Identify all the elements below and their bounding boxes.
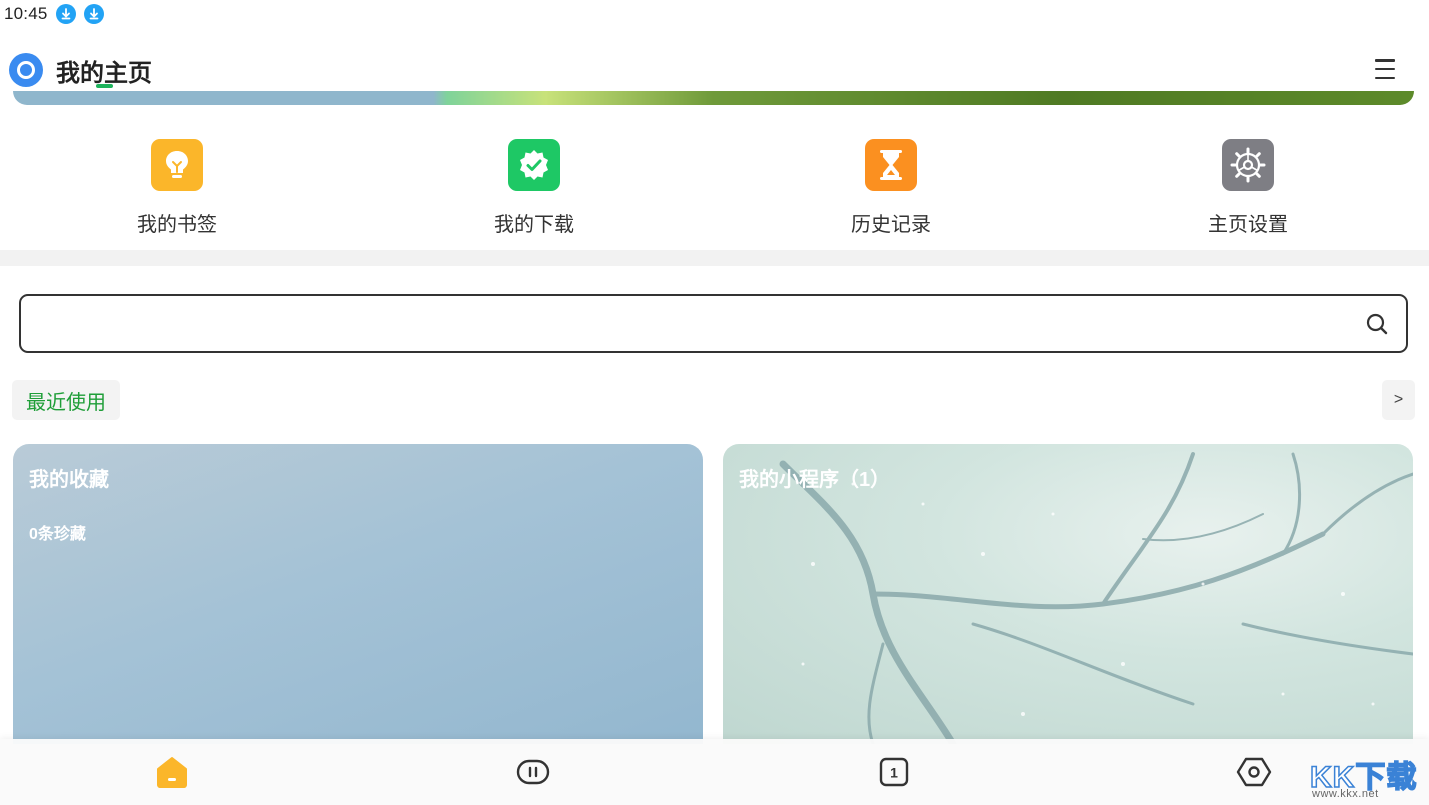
tabs-count: 1 xyxy=(890,765,898,781)
quick-action-label: 历史记录 xyxy=(851,214,931,236)
mini-program-icon[interactable] xyxy=(515,756,551,788)
hourglass-icon xyxy=(865,139,917,191)
watermark-url: www.kkx.net xyxy=(1312,788,1379,800)
status-bar: 10:45 xyxy=(0,0,1429,28)
search-box[interactable] xyxy=(19,294,1408,353)
status-time: 10:45 xyxy=(4,4,48,23)
card-title: 我的小程序（1） xyxy=(739,469,891,491)
favorites-card[interactable]: 我的收藏 0条珍藏 xyxy=(13,444,703,744)
bottom-nav: 1 xyxy=(0,739,1429,805)
settings-hex-icon[interactable] xyxy=(1236,756,1272,788)
card-title: 我的收藏 xyxy=(29,469,109,491)
home-icon[interactable] xyxy=(154,756,190,788)
recent-used-label[interactable]: 最近使用 xyxy=(12,380,120,420)
mini-programs-card[interactable]: 我的小程序（1） xyxy=(723,444,1413,744)
page-title: 我的主页 xyxy=(56,60,152,87)
section-divider xyxy=(0,250,1429,266)
quick-action-label: 我的下载 xyxy=(494,214,574,236)
search-icon[interactable] xyxy=(1365,312,1389,336)
quick-action-label: 我的书签 xyxy=(137,214,217,236)
search-input[interactable] xyxy=(35,306,1335,340)
downloads-button[interactable]: 我的下载 xyxy=(434,120,634,250)
download-icon xyxy=(83,4,104,24)
more-button[interactable]: > xyxy=(1382,380,1415,420)
home-settings-button[interactable]: 主页设置 xyxy=(1148,120,1348,250)
watermark-logo: KK下载 www.kkx.net xyxy=(1309,752,1425,802)
title-underline xyxy=(96,84,113,88)
gear-icon xyxy=(1222,139,1274,191)
tabs-count-icon[interactable]: 1 xyxy=(876,756,912,788)
banner-image[interactable] xyxy=(13,91,1414,105)
quick-action-label: 主页设置 xyxy=(1208,214,1288,236)
app-header: 我的主页 xyxy=(0,44,1429,90)
quick-actions: 我的书签 我的下载 历史记录 主页设置 xyxy=(0,120,1429,250)
card-subtitle: 0条珍藏 xyxy=(29,526,86,543)
hamburger-menu-icon[interactable] xyxy=(1372,56,1398,82)
history-button[interactable]: 历史记录 xyxy=(791,120,991,250)
bookmarks-button[interactable]: 我的书签 xyxy=(77,120,277,250)
lightbulb-icon xyxy=(151,139,203,191)
download-icon xyxy=(55,4,76,24)
badge-check-icon xyxy=(508,139,560,191)
app-logo[interactable] xyxy=(9,53,43,87)
